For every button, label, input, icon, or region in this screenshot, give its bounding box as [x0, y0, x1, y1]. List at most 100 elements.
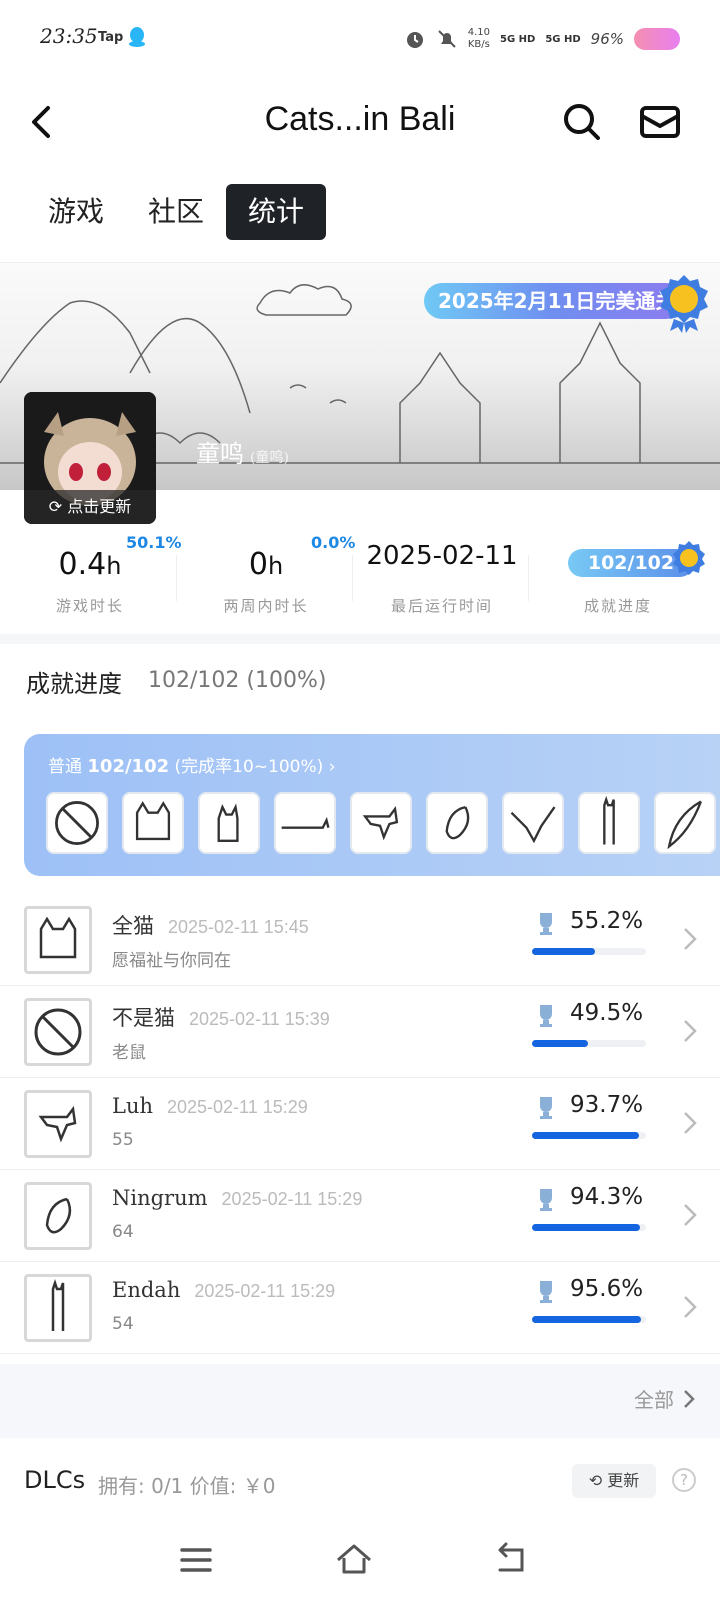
twoweek-percent: 0.0% — [311, 533, 356, 552]
unlock-rate-fill — [532, 1316, 641, 1323]
help-icon[interactable]: ? — [672, 1468, 696, 1492]
search-icon[interactable] — [560, 100, 604, 144]
list-item[interactable]: Ningrum 2025-02-11 15:29 64 94.3% — [0, 1170, 720, 1262]
sitting-cat-icon[interactable] — [198, 792, 260, 854]
trophy-icon — [540, 1005, 552, 1027]
chevron-right-icon — [684, 1020, 697, 1042]
network-1: 5G HD — [500, 33, 536, 45]
view-all-link[interactable]: 全部 — [634, 1384, 696, 1413]
achievement-section-title: 成就进度 — [26, 670, 122, 698]
taptap-notification-icon: Tap — [98, 30, 124, 45]
achievement-desc: 54 — [112, 1314, 134, 1334]
trophy-icon — [540, 913, 552, 935]
achievement-name: Ningrum 2025-02-11 15:29 — [112, 1186, 363, 1210]
playtime-percent: 50.1% — [126, 533, 182, 552]
achievement-date: 2025-02-11 15:39 — [189, 1009, 330, 1029]
back-nav-icon[interactable] — [492, 1540, 532, 1580]
chevron-right-icon — [684, 928, 697, 950]
playtime-label: 游戏时长 — [55, 597, 124, 615]
unlock-rate: 93.7% — [570, 1092, 644, 1118]
trophy-icon — [540, 1189, 552, 1211]
mute-bell-icon — [438, 30, 456, 48]
lying-cat-icon[interactable] — [274, 792, 336, 854]
stat-lastrun: 2025-02-11 最后运行时间 — [352, 525, 532, 625]
unlock-rate-bar — [532, 1040, 646, 1047]
lastrun-value: 2025-02-11 — [366, 541, 518, 571]
trophy-icon — [540, 1281, 552, 1303]
twoweek-label: 两周内时长 — [223, 597, 309, 615]
avatar-refresh-button[interactable]: ⟳ 点击更新 — [24, 490, 156, 524]
menu-icon[interactable] — [176, 1540, 216, 1580]
back-icon[interactable] — [22, 100, 62, 144]
no-cat-icon[interactable] — [46, 792, 108, 854]
achievement-icon-strip — [46, 792, 716, 854]
chevron-right-icon — [684, 1112, 697, 1134]
tall-cat-icon[interactable] — [578, 792, 640, 854]
achievement-list: 全猫 2025-02-11 15:45 愿福祉与你同在 55.2% 不是猫 2025… — [0, 894, 720, 1354]
chevron-right-icon — [684, 1389, 695, 1408]
achievement-card-title: 普通 102/102 (完成率10~100%) › — [48, 756, 336, 777]
page-title: Cats...in Bali — [264, 100, 456, 138]
tab-community[interactable]: 社区 — [126, 184, 226, 240]
achievement-desc: 老鼠 — [112, 1043, 146, 1063]
twoweek-value: 0h — [248, 547, 284, 582]
dlc-refresh-button[interactable]: ⟲ 更新 — [572, 1464, 656, 1498]
medal-icon — [660, 275, 708, 333]
battery-percent: 96% — [590, 30, 624, 48]
list-item[interactable]: 不是猫 2025-02-11 15:39 老鼠 49.5% — [0, 986, 720, 1078]
tab-game[interactable]: 游戏 — [26, 184, 126, 240]
home-icon[interactable] — [334, 1540, 374, 1580]
battery-icon — [634, 28, 680, 50]
unlock-rate: 49.5% — [570, 1000, 644, 1026]
list-item[interactable]: Endah 2025-02-11 15:29 54 95.6% — [0, 1262, 720, 1354]
curled-cat-icon[interactable] — [426, 792, 488, 854]
unlock-rate-fill — [532, 1132, 639, 1139]
qq-notification-icon — [129, 27, 145, 47]
dog-cat-icon[interactable] — [350, 792, 412, 854]
system-nav-bar — [0, 1520, 720, 1600]
mail-icon[interactable] — [636, 100, 684, 144]
sun-medal-icon — [673, 541, 705, 575]
chevron-right-icon — [684, 1204, 697, 1226]
list-item[interactable]: 全猫 2025-02-11 15:45 愿福祉与你同在 55.2% — [0, 894, 720, 986]
achievement-name: Luh 2025-02-11 15:29 — [112, 1094, 308, 1118]
loaf-cat-icon[interactable] — [122, 792, 184, 854]
lastrun-label: 最后运行时间 — [390, 597, 493, 615]
stretching-cat-icon[interactable] — [502, 792, 564, 854]
normal-achievements-card[interactable]: 普通 102/102 (完成率10~100%) › — [24, 734, 720, 876]
dlc-title: DLCs — [24, 1466, 86, 1494]
username: 童鸣 (童鸣) — [196, 440, 289, 468]
feather-icon[interactable] — [654, 792, 716, 854]
status-time: 23:35 — [40, 24, 98, 48]
network-2: 5G HD — [545, 33, 581, 45]
unlock-rate: 55.2% — [570, 908, 644, 934]
achievement-desc: 愿福祉与你同在 — [112, 951, 231, 971]
trophy-icon — [540, 1097, 552, 1119]
playtime-value: 0.4h — [58, 547, 122, 582]
no-cat-icon — [24, 998, 92, 1066]
unlock-rate: 94.3% — [570, 1184, 644, 1210]
network-speed: 4.10 KB/s — [467, 27, 490, 50]
dlc-info: 拥有: 0/1 价值: ￥0 — [98, 1474, 276, 1498]
achievement-name: Endah 2025-02-11 15:29 — [112, 1278, 336, 1302]
unlock-rate: 95.6% — [570, 1276, 644, 1302]
tab-bar: 游戏 社区 统计 — [26, 184, 327, 242]
achievement-label: 成就进度 — [583, 597, 652, 615]
tab-stats[interactable]: 统计 — [226, 184, 327, 240]
curled-cat-icon — [24, 1182, 92, 1250]
tall-cat-icon — [24, 1274, 92, 1342]
achievement-desc: 64 — [112, 1222, 134, 1242]
list-item[interactable]: Luh 2025-02-11 15:29 55 93.7% — [0, 1078, 720, 1170]
unlock-rate-fill — [532, 1040, 589, 1047]
view-all-bar: 全部 — [0, 1364, 720, 1438]
achievement-date: 2025-02-11 15:29 — [221, 1189, 363, 1209]
dlc-row: DLCs 拥有: 0/1 价值: ￥0 ⟲ 更新 ? — [0, 1448, 720, 1514]
unlock-rate-bar — [532, 1316, 646, 1323]
achievement-date: 2025-02-11 15:29 — [194, 1281, 336, 1301]
achievement-date: 2025-02-11 15:45 — [168, 917, 309, 937]
stats-row: 0.4h 游戏时长 50.1% 0h 两周内时长 0.0% 2025-02-11… — [0, 525, 720, 625]
achievement-desc: 55 — [112, 1130, 134, 1150]
status-bar: 23:35 Tap 4.10 KB/s 5G HD 5G HD 96% — [0, 0, 720, 78]
avatar[interactable]: ⟳ 点击更新 — [24, 392, 156, 524]
app-header: Cats...in Bali — [0, 78, 720, 168]
